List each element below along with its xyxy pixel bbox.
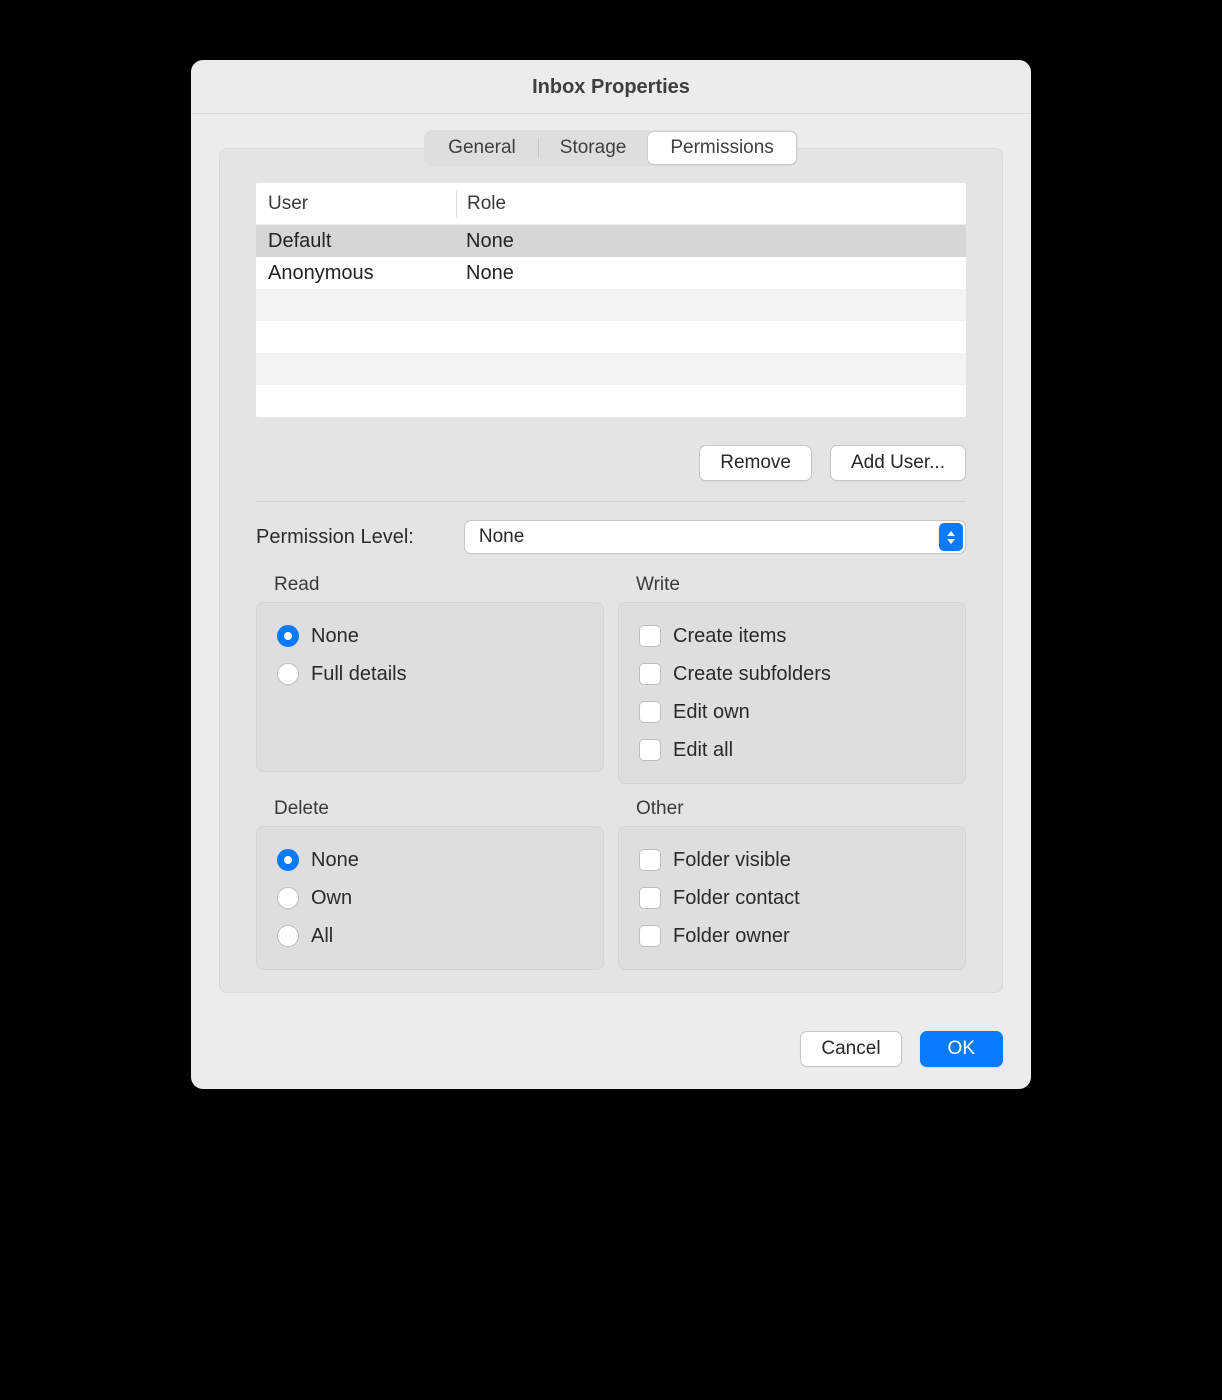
- table-actions: Remove Add User...: [256, 445, 966, 481]
- permission-level-row: Permission Level: None: [256, 520, 966, 554]
- group-title-read: Read: [256, 574, 604, 602]
- option-label: Folder visible: [673, 849, 791, 872]
- dialog-footer: Cancel OK: [191, 1013, 1031, 1089]
- permission-level-label: Permission Level:: [256, 526, 414, 549]
- col-header-role[interactable]: Role: [456, 190, 966, 218]
- option-label: Full details: [311, 663, 407, 686]
- permissions-panel: User Role Default None Anonymous None: [219, 148, 1003, 993]
- table-body: Default None Anonymous None: [256, 225, 966, 417]
- delete-none-radio[interactable]: None: [277, 841, 583, 879]
- tab-permissions[interactable]: Permissions: [648, 132, 795, 164]
- checkbox-icon: [639, 849, 661, 871]
- table-header: User Role: [256, 183, 966, 225]
- read-box: None Full details: [256, 602, 604, 772]
- write-box: Create items Create subfolders Edit own: [618, 602, 966, 784]
- divider: [256, 501, 966, 502]
- radio-icon: [277, 625, 299, 647]
- other-folder-contact-checkbox[interactable]: Folder contact: [639, 879, 945, 917]
- checkbox-icon: [639, 925, 661, 947]
- permission-groups: Read None Full details Write: [256, 574, 966, 970]
- radio-icon: [277, 849, 299, 871]
- radio-icon: [277, 887, 299, 909]
- ok-button[interactable]: OK: [920, 1031, 1003, 1067]
- other-folder-owner-checkbox[interactable]: Folder owner: [639, 917, 945, 955]
- write-group: Write Create items Create subfolders: [618, 574, 966, 784]
- delete-all-radio[interactable]: All: [277, 917, 583, 955]
- titlebar: Inbox Properties: [191, 60, 1031, 114]
- user-role-table: User Role Default None Anonymous None: [256, 183, 966, 417]
- remove-button[interactable]: Remove: [699, 445, 812, 481]
- read-group: Read None Full details: [256, 574, 604, 784]
- option-label: Create items: [673, 625, 786, 648]
- cell-user: Anonymous: [256, 262, 456, 285]
- tab-general[interactable]: General: [426, 132, 538, 164]
- tab-storage[interactable]: Storage: [538, 132, 649, 164]
- col-header-user[interactable]: User: [256, 193, 456, 215]
- option-label: All: [311, 925, 333, 948]
- group-title-write: Write: [618, 574, 966, 602]
- add-user-button[interactable]: Add User...: [830, 445, 966, 481]
- option-label: Edit own: [673, 701, 750, 724]
- table-row-empty: [256, 385, 966, 417]
- delete-box: None Own All: [256, 826, 604, 970]
- group-title-delete: Delete: [256, 798, 604, 826]
- table-row[interactable]: Anonymous None: [256, 257, 966, 289]
- checkbox-icon: [639, 739, 661, 761]
- cell-role: None: [456, 262, 966, 285]
- radio-icon: [277, 925, 299, 947]
- window-title: Inbox Properties: [191, 76, 1031, 99]
- table-row-empty: [256, 289, 966, 321]
- group-title-other: Other: [618, 798, 966, 826]
- read-full-details-radio[interactable]: Full details: [277, 655, 583, 693]
- delete-own-radio[interactable]: Own: [277, 879, 583, 917]
- radio-icon: [277, 663, 299, 685]
- option-label: Folder owner: [673, 925, 790, 948]
- checkbox-icon: [639, 625, 661, 647]
- checkbox-icon: [639, 701, 661, 723]
- table-row-empty: [256, 353, 966, 385]
- table-row-empty: [256, 321, 966, 353]
- option-label: None: [311, 625, 359, 648]
- delete-group: Delete None Own All: [256, 798, 604, 970]
- table-row[interactable]: Default None: [256, 225, 966, 257]
- checkbox-icon: [639, 887, 661, 909]
- cell-role: None: [456, 230, 966, 253]
- permission-level-select[interactable]: None: [464, 520, 966, 554]
- option-label: Create subfolders: [673, 663, 831, 686]
- other-box: Folder visible Folder contact Folder own…: [618, 826, 966, 970]
- permission-level-value: None: [479, 526, 524, 548]
- content-area: General Storage Permissions User Role De…: [191, 114, 1031, 1013]
- option-label: None: [311, 849, 359, 872]
- write-create-subfolders-checkbox[interactable]: Create subfolders: [639, 655, 945, 693]
- option-label: Folder contact: [673, 887, 800, 910]
- write-edit-own-checkbox[interactable]: Edit own: [639, 693, 945, 731]
- tabbar: General Storage Permissions: [424, 130, 798, 166]
- other-group: Other Folder visible Folder contact F: [618, 798, 966, 970]
- write-create-items-checkbox[interactable]: Create items: [639, 617, 945, 655]
- cell-user: Default: [256, 230, 456, 253]
- properties-window: Inbox Properties General Storage Permiss…: [191, 60, 1031, 1089]
- option-label: Edit all: [673, 739, 733, 762]
- read-none-radio[interactable]: None: [277, 617, 583, 655]
- chevron-up-down-icon: [939, 523, 963, 551]
- other-folder-visible-checkbox[interactable]: Folder visible: [639, 841, 945, 879]
- write-edit-all-checkbox[interactable]: Edit all: [639, 731, 945, 769]
- option-label: Own: [311, 887, 352, 910]
- checkbox-icon: [639, 663, 661, 685]
- cancel-button[interactable]: Cancel: [800, 1031, 901, 1067]
